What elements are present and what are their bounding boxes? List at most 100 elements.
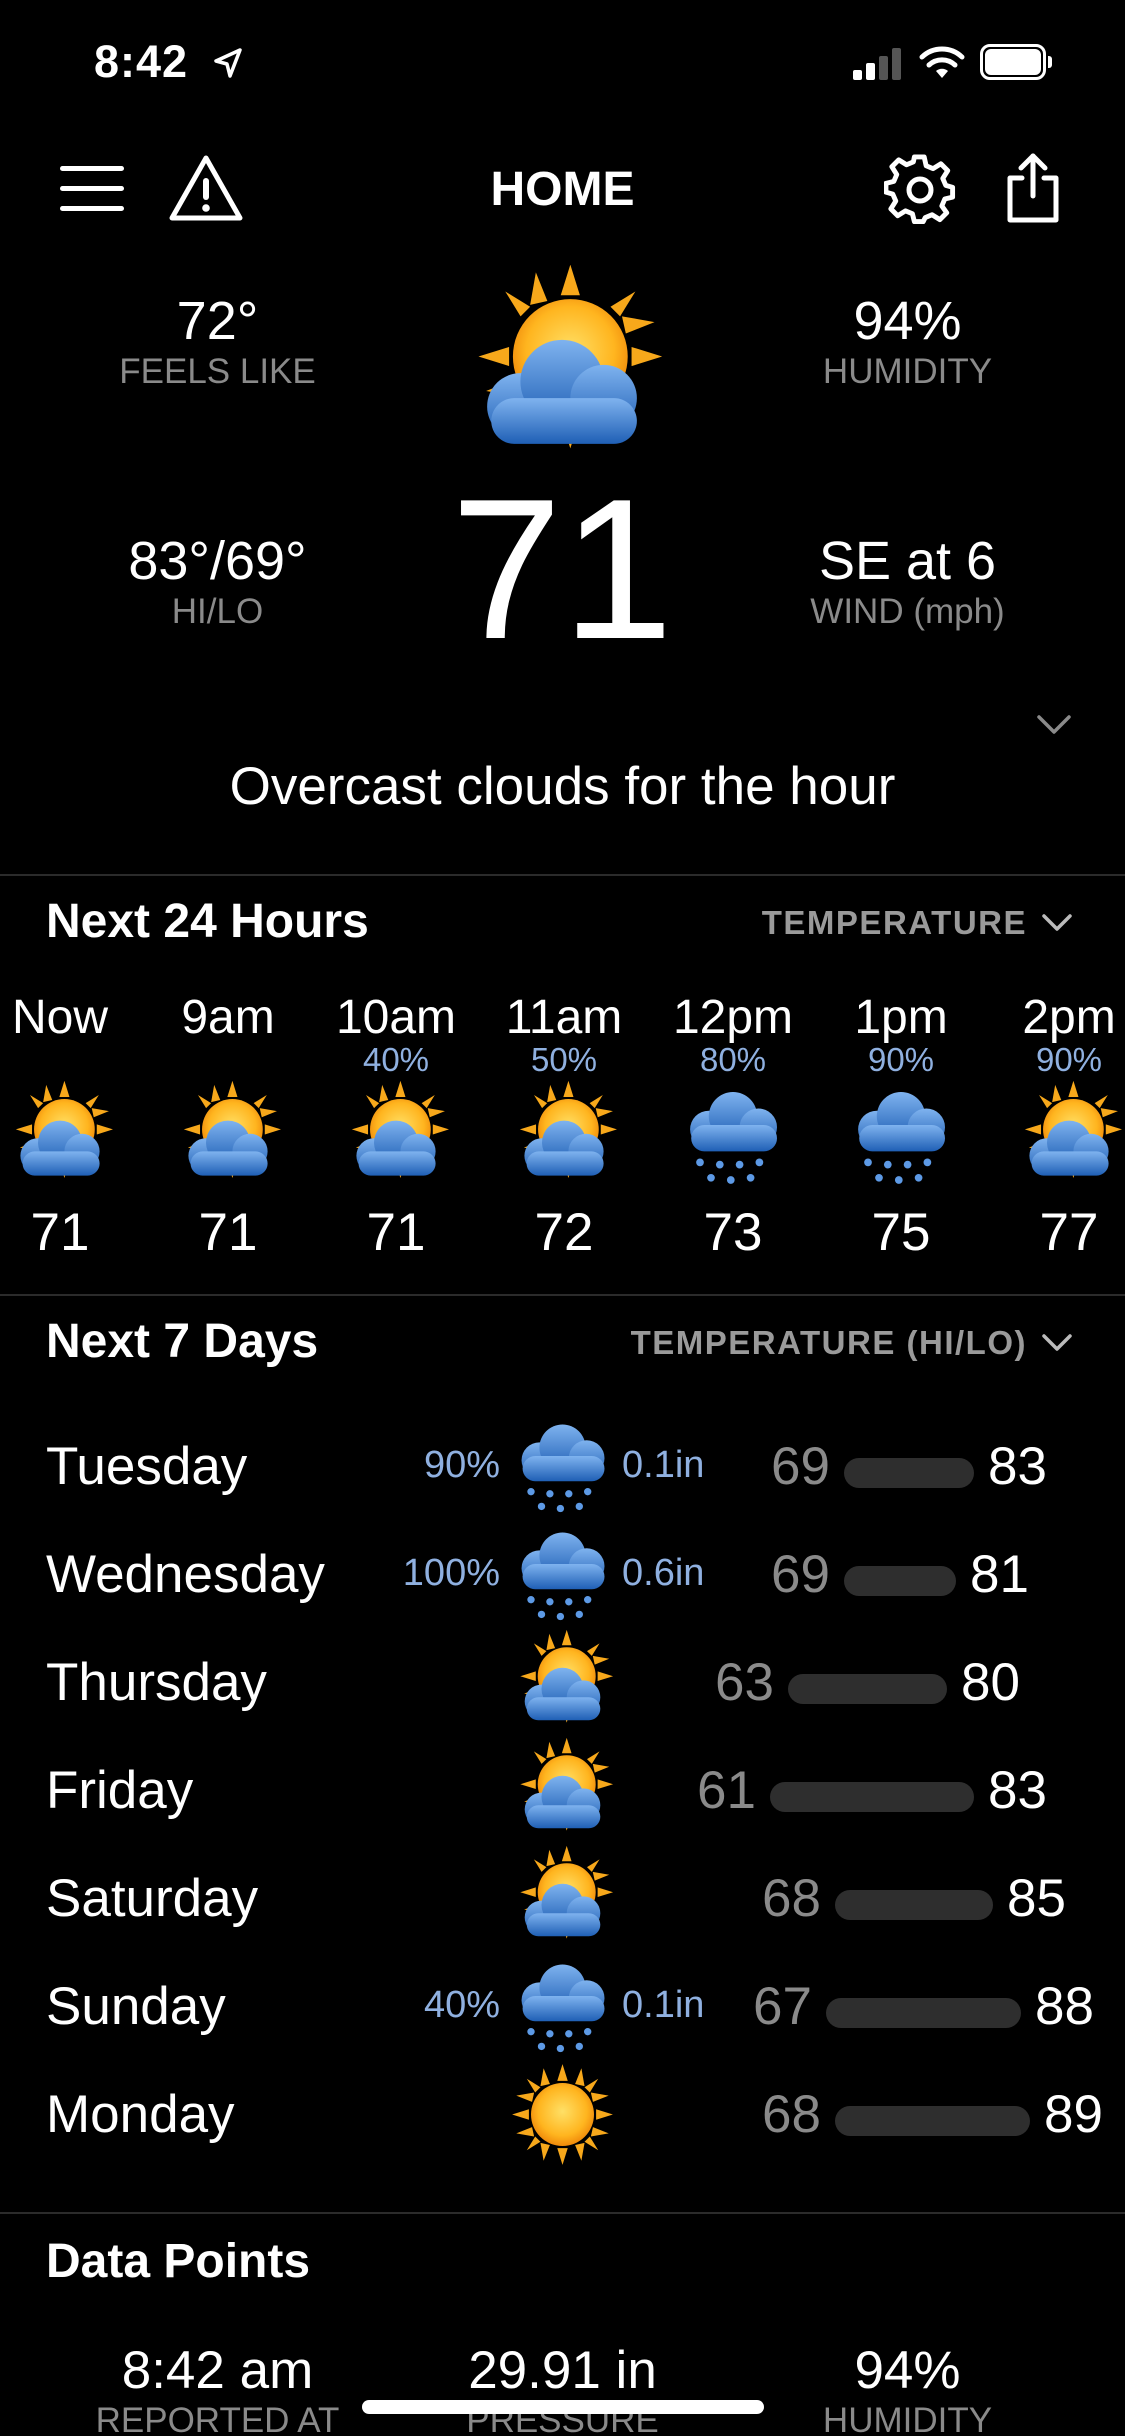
day-low: 68 [762,2085,821,2144]
data-points-title: Data Points [46,2235,311,2288]
hour-time: 12pm [672,991,794,1044]
divider [0,874,1125,876]
day-row[interactable]: Monday 68 89 [0,2056,1125,2164]
hourly-item: 12pm 80% 73 [649,990,817,1263]
day-high: 85 [1007,1869,1066,1928]
partly-cloudy-icon [1014,1081,1124,1191]
daily-dropdown[interactable]: TEMPERATURE (HI/LO) [631,1324,1073,1362]
temp-range-bar [788,1674,947,1704]
day-row[interactable]: Tuesday 90% 0.1in 69 83 [0,1408,1125,1516]
current-temperature: 71 [450,458,674,681]
hour-temperature: 71 [198,1203,258,1262]
day-low: 67 [753,1977,812,2036]
chevron-down-icon [1042,914,1072,931]
home-indicator[interactable] [362,2400,764,2414]
wind-label: WIND (mph) [810,592,1005,631]
rain-icon [510,1954,615,2059]
sun-icon [510,2062,615,2167]
wifi-icon [919,46,965,78]
hour-time: 2pm [1022,991,1116,1044]
day-name: Saturday [46,1869,259,1928]
day-low: 68 [762,1869,821,1928]
temp-range-bar [835,2106,1030,2136]
hour-precip-chance: 90% [867,1041,935,1078]
hi-lo-label: HI/LO [171,592,264,631]
data-point-label: HUMIDITY [822,2401,993,2436]
day-name: Monday [46,2085,235,2144]
day-row[interactable]: Wednesday 100% 0.6in 69 81 [0,1516,1125,1624]
data-point-value: 8:42 am [121,2341,314,2400]
partly-cloudy-icon [510,1738,615,1843]
hourly-item: 10am 40% 71 [312,990,480,1263]
day-low: 63 [715,1653,774,1712]
day-row[interactable]: Thursday 63 80 [0,1624,1125,1732]
feels-like: 72° FEELS LIKE [90,290,345,392]
hour-temperature: 77 [1039,1203,1099,1262]
hourly-item: 2pm 90% 77 [985,990,1125,1263]
hourly-item: Now 71 [0,990,144,1263]
day-row[interactable]: Sunday 40% 0.1in 67 88 [0,1948,1125,2056]
hour-time: 9am [181,991,275,1044]
temp-range-bar [835,1890,993,1920]
data-point-value: 29.91 in [468,2341,657,2400]
day-high: 83 [988,1761,1047,1820]
hour-temperature: 73 [703,1203,763,1262]
partly-cloudy-icon [458,265,666,473]
cellular-signal-icon [853,48,903,80]
day-precip-amount: 0.6in [622,1552,705,1594]
temp-range-bar [826,1998,1021,2028]
data-point-reported: 8:42 am REPORTED AT [60,2340,375,2436]
day-precip-amount: 0.1in [622,1444,705,1486]
data-point-label: REPORTED AT [95,2401,340,2436]
day-row[interactable]: Friday 61 83 [0,1732,1125,1840]
day-name: Sunday [46,1977,226,2036]
hour-precip-chance [0,1041,144,1081]
partly-cloudy-icon [509,1081,619,1191]
daily-title: Next 7 Days [46,1315,319,1368]
hourly-dropdown[interactable]: TEMPERATURE [762,904,1073,942]
day-precip-chance: 90% [423,1444,500,1486]
partly-cloudy-icon [510,1846,615,1951]
day-name: Wednesday [46,1545,325,1604]
day-low: 61 [697,1761,756,1820]
hour-precip-chance: 40% [362,1041,430,1078]
day-precip-amount: 0.1in [622,1984,705,2026]
settings-gear-icon[interactable] [884,154,956,226]
hour-precip-chance: 80% [699,1041,767,1078]
hour-precip-chance: 50% [530,1041,598,1078]
day-row[interactable]: Saturday 68 85 [0,1840,1125,1948]
wind: SE at 6 WIND (mph) [780,530,1035,632]
partly-cloudy-icon [510,1630,615,1735]
partly-cloudy-icon [5,1081,115,1191]
day-name: Tuesday [46,1437,248,1496]
day-high: 88 [1035,1977,1094,2036]
hour-precip-chance: 90% [1035,1041,1103,1078]
day-precip-chance: 40% [423,1984,500,2026]
temp-range-bar [844,1458,974,1488]
daily-dropdown-label: TEMPERATURE (HI/LO) [630,1324,1027,1361]
hourly-item: 1pm 90% 75 [817,990,985,1263]
data-point-value: 94% [854,2341,961,2400]
wind-value: SE at 6 [818,531,997,591]
chevron-down-icon [1042,1334,1072,1351]
humidity-label: HUMIDITY [822,352,993,391]
battery-icon [980,44,1052,80]
hourly-item: 11am 50% 72 [480,990,648,1263]
rain-icon [510,1414,615,1519]
day-low: 69 [771,1437,830,1496]
hi-lo-value: 83°/69° [128,531,307,591]
data-point-pressure: 29.91 in PRESSURE [405,2340,720,2436]
location-arrow-icon [214,48,242,78]
humidity: 94% HUMIDITY [780,290,1035,392]
hour-temperature: 75 [871,1203,931,1262]
expand-chevron-icon[interactable] [1036,714,1072,736]
day-high: 89 [1044,2085,1103,2144]
day-precip-chance: 100% [402,1552,500,1594]
day-high: 81 [970,1545,1029,1604]
rain-icon [678,1081,788,1191]
share-icon[interactable] [1004,152,1062,224]
day-low: 69 [771,1545,830,1604]
hour-precip-chance [144,1041,312,1081]
hour-time: 10am [335,991,457,1044]
status-time: 8:42 [94,36,189,87]
